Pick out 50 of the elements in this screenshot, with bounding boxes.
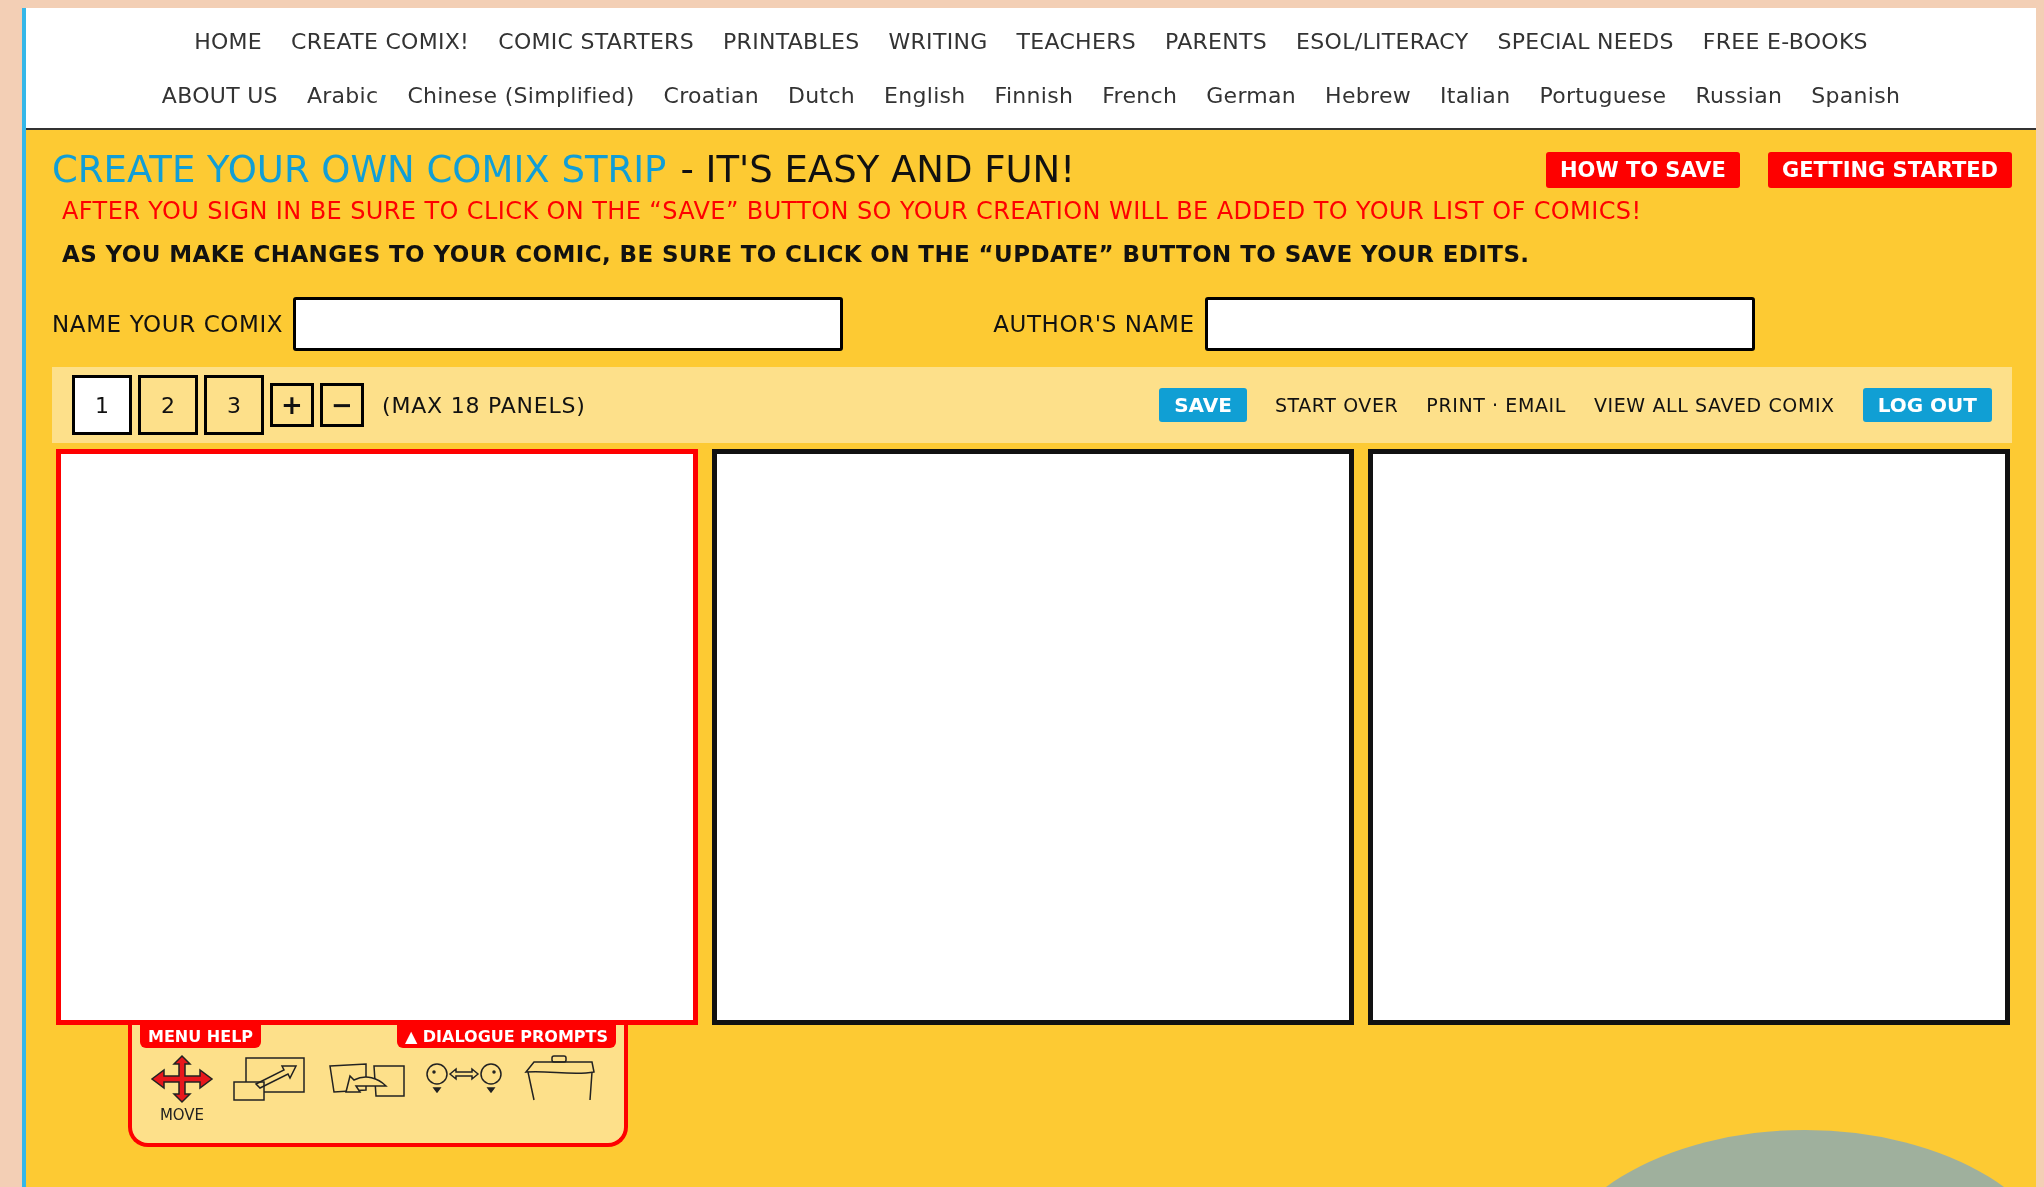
language-link[interactable]: Italian [1440, 82, 1511, 108]
help-button[interactable]: GETTING STARTED [1767, 151, 2012, 188]
comic-panel[interactable] [1368, 449, 2010, 1025]
panel-tab[interactable]: 2 [138, 375, 198, 435]
nav-link[interactable]: PRINTABLES [723, 28, 860, 54]
action-link[interactable]: START OVER [1274, 394, 1399, 416]
nav-link[interactable]: HOME [194, 28, 263, 54]
comic-panel[interactable] [712, 449, 1354, 1025]
language-link[interactable]: Hebrew [1325, 82, 1412, 108]
field-label: NAME YOUR COMIX [52, 311, 284, 337]
resize-icon[interactable] [232, 1054, 308, 1104]
save-notice: AFTER YOU SIGN IN BE SURE TO CLICK ON THE “SAVE” BUTTON SO YOUR CREATION WILL BE ADDED TO YOUR LIST OF COMICS! [62, 197, 1643, 225]
nav-link[interactable]: TEACHERS [1016, 28, 1136, 54]
language-link[interactable]: Croatian [663, 82, 759, 108]
nav-link[interactable]: PARENTS [1165, 28, 1268, 54]
language-link[interactable]: Finnish [994, 82, 1074, 108]
language-link[interactable]: Dutch [788, 82, 856, 108]
page-title: CREATE YOUR OWN COMIX STRIP [52, 148, 667, 191]
tool-label: MOVE [159, 1106, 205, 1124]
language-link[interactable]: ABOUT US [161, 82, 278, 108]
remove-panel-button[interactable]: − [320, 383, 364, 427]
action-link[interactable]: VIEW ALL SAVED COMIX [1593, 394, 1835, 416]
menu-tab[interactable]: MENU HELP [140, 1025, 262, 1048]
move-arrows-icon[interactable] [150, 1054, 214, 1104]
language-link[interactable]: Arabic [306, 82, 379, 108]
language-link[interactable]: French [1102, 82, 1178, 108]
language-link[interactable]: English [884, 82, 966, 108]
panel-tab[interactable]: 1 [72, 375, 132, 435]
tagline: - IT'S EASY AND FUN! [680, 148, 1076, 191]
language-link[interactable]: German [1206, 82, 1297, 108]
nav-link[interactable]: ESOL/LITERACY [1296, 28, 1469, 54]
nav-link[interactable]: CREATE COMIX! [291, 28, 470, 54]
input-field[interactable] [293, 297, 844, 351]
nav-link[interactable]: COMIC STARTERS [498, 28, 694, 54]
update-hint: AS YOU MAKE CHANGES TO YOUR COMIC, BE SURE TO CLICK ON THE “UPDATE” BUTTON TO SAVE YOUR EDITS. [62, 241, 1531, 267]
input-field[interactable] [1204, 297, 1755, 351]
language-link[interactable]: Chinese (Simplified) [407, 82, 635, 108]
help-button[interactable]: HOW TO SAVE [1546, 151, 1740, 188]
language-link[interactable]: Portuguese [1539, 82, 1667, 108]
nav-link[interactable]: FREE E-BOOKS [1702, 28, 1868, 54]
action-link[interactable]: PRINT · EMAIL [1426, 394, 1566, 416]
nav-link[interactable]: SPECIAL NEEDS [1497, 28, 1674, 54]
add-panel-button[interactable]: + [270, 383, 314, 427]
field-label: AUTHOR'S NAME [993, 311, 1195, 337]
nav-link[interactable]: WRITING [888, 28, 988, 54]
panel-tab[interactable]: 3 [204, 375, 264, 435]
menu-tab[interactable]: ▲ DIALOGUE PROMPTS [396, 1025, 616, 1048]
max-panels-note: (MAX 18 PANELS) [382, 392, 586, 418]
language-link[interactable]: Spanish [1811, 82, 1901, 108]
language-link[interactable]: Russian [1695, 82, 1783, 108]
